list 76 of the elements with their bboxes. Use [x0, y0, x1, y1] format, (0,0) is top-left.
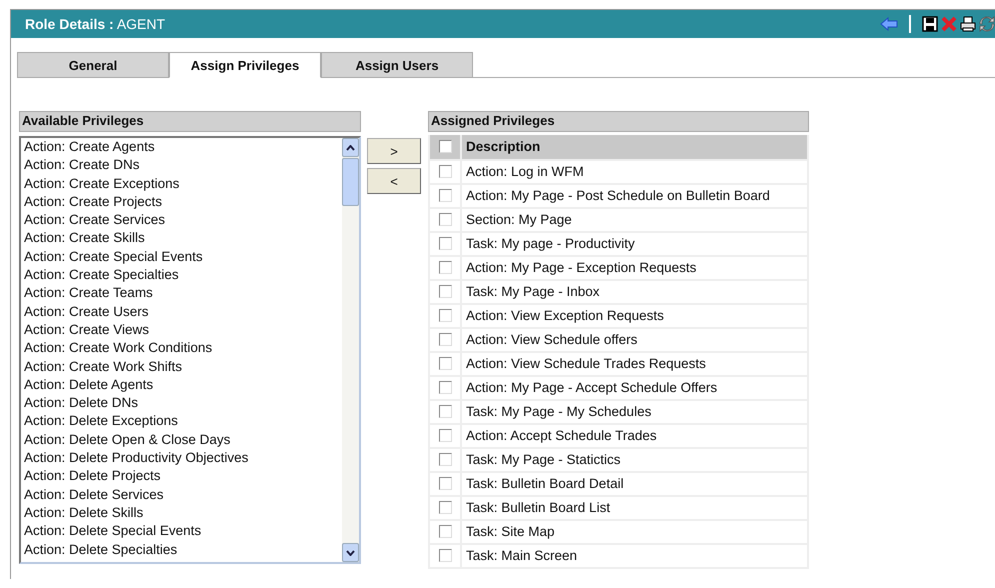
- table-cell: Task: My Page - My Schedules: [462, 401, 809, 425]
- list-item[interactable]: Action: Delete Specialties: [24, 540, 342, 559]
- list-item[interactable]: Action: Create Users: [24, 302, 342, 321]
- back-arrow-icon[interactable]: [880, 17, 898, 31]
- table-cell: Action: Log in WFM: [462, 161, 809, 185]
- table-cell: Section: My Page: [462, 209, 809, 233]
- table-cell: Action: View Schedule offers: [462, 329, 809, 353]
- table-cell: Task: My page - Productivity: [462, 233, 809, 257]
- table-cell: Task: My Page - Statictics: [462, 449, 809, 473]
- row-checkbox[interactable]: [438, 237, 452, 250]
- list-item[interactable]: Action: Create Views: [24, 320, 342, 340]
- list-item[interactable]: Action: Create Exceptions: [24, 174, 342, 193]
- row-checkbox[interactable]: [438, 477, 452, 490]
- list-item[interactable]: Action: Create DNs: [24, 156, 342, 175]
- row-checkbox[interactable]: [438, 429, 452, 442]
- row-checkbox[interactable]: [438, 309, 452, 322]
- row-checkbox[interactable]: [438, 261, 452, 274]
- row-checkbox[interactable]: [438, 405, 452, 418]
- table-cell: Action: My Page - Exception Requests: [462, 257, 809, 281]
- printer-icon[interactable]: [960, 16, 976, 32]
- row-checkbox[interactable]: [438, 453, 452, 466]
- scrollbar[interactable]: [342, 138, 359, 562]
- tab[interactable]: General: [17, 52, 169, 78]
- list-item[interactable]: Action: Delete Exceptions: [24, 412, 342, 431]
- window-title: Role Details : AGENT: [25, 16, 166, 32]
- list-item[interactable]: Action: Delete Open & Close Days: [24, 430, 342, 450]
- row-checkbox[interactable]: [438, 165, 452, 178]
- list-item[interactable]: Action: Create Services: [24, 211, 342, 230]
- table-cell: Action: My Page - Post Schedule on Bulletin Board: [462, 185, 809, 209]
- down-caret-icon: [346, 550, 355, 556]
- row-checkbox[interactable]: [438, 381, 452, 394]
- row-checkbox[interactable]: [438, 525, 452, 538]
- row-checkbox[interactable]: [438, 549, 452, 562]
- privileges-listbox[interactable]: [19, 136, 361, 564]
- row-checkbox[interactable]: [438, 333, 452, 346]
- row-checkbox[interactable]: [438, 189, 452, 202]
- list-item[interactable]: Action: Delete Skills: [24, 504, 342, 522]
- row-checkbox[interactable]: [438, 357, 452, 370]
- row-checkbox[interactable]: [438, 285, 452, 298]
- list-item[interactable]: Action: Create Projects: [24, 192, 342, 212]
- refresh-icon[interactable]: [979, 16, 995, 32]
- list-item[interactable]: Action: Create Agents: [24, 138, 342, 156]
- tab[interactable]: Assign Users: [321, 52, 473, 78]
- list-item[interactable]: Action: Delete Agents: [24, 376, 342, 394]
- list-item[interactable]: Action: Delete Productivity Objectives: [24, 449, 342, 468]
- list-item[interactable]: Action: Delete Services: [24, 486, 342, 504]
- save-icon[interactable]: [922, 16, 938, 32]
- panel-header: Assigned Privileges: [428, 111, 809, 132]
- up-caret-icon: [346, 144, 355, 150]
- list-item[interactable]: Action: Create Work Conditions: [24, 339, 342, 358]
- row-checkbox[interactable]: [438, 501, 452, 514]
- list-item[interactable]: Action: Create Work Shifts: [24, 358, 342, 376]
- table-cell: Action: View Exception Requests: [462, 305, 809, 329]
- table-cell: Task: Bulletin Board Detail: [462, 473, 809, 497]
- list-item[interactable]: Action: Delete DNs: [24, 394, 342, 412]
- list-item[interactable]: Action: Delete Projects: [24, 467, 342, 486]
- table-cell: Action: My Page - Accept Schedule Offers: [462, 377, 809, 401]
- tab[interactable]: Assign Privileges: [169, 52, 321, 78]
- list-item[interactable]: Action: Create Special Events: [24, 248, 342, 266]
- list-item[interactable]: Action: Create Skills: [24, 229, 342, 248]
- column-header: Description: [462, 135, 809, 161]
- table-cell: Task: Main Screen: [462, 545, 809, 569]
- list-item[interactable]: Action: Delete Special Events: [24, 522, 342, 541]
- scrollbar-thumb[interactable]: [342, 158, 359, 206]
- select-all-checkbox[interactable]: [438, 140, 452, 154]
- list-item[interactable]: Action: Create Specialties: [24, 266, 342, 284]
- move-button[interactable]: >: [367, 138, 421, 164]
- panel-header: Available Privileges: [19, 111, 361, 132]
- table-cell: Task: Site Map: [462, 521, 809, 545]
- table-cell: Action: Accept Schedule Trades: [462, 425, 809, 449]
- table-cell: Task: My Page - Inbox: [462, 281, 809, 305]
- table-cell: Action: View Schedule Trades Requests: [462, 353, 809, 377]
- row-checkbox[interactable]: [438, 213, 452, 226]
- table-cell: Task: Bulletin Board List: [462, 497, 809, 521]
- move-button[interactable]: <: [367, 168, 421, 194]
- list-item[interactable]: Action: Create Teams: [24, 284, 342, 303]
